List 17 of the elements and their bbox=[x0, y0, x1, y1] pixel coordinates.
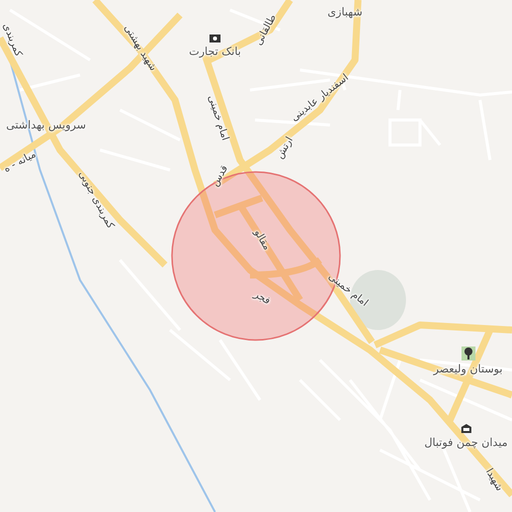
street-label: کمربندی جنوبی bbox=[76, 169, 116, 231]
stadium-icon bbox=[460, 423, 472, 434]
street-label: قدس bbox=[210, 164, 230, 188]
street-label: امام خمینی bbox=[206, 94, 230, 142]
tree-icon bbox=[461, 346, 475, 360]
street-label: امام خمینی bbox=[326, 271, 370, 309]
banknote-icon bbox=[209, 34, 221, 43]
street-label: ارتش bbox=[274, 135, 296, 161]
street-label: شهید بهشتی bbox=[122, 23, 158, 73]
park-area bbox=[350, 270, 406, 330]
street-label: میانه - ه bbox=[2, 148, 38, 176]
street-label: فجر bbox=[252, 289, 272, 307]
street-label: اسفندیار عابدینی bbox=[289, 72, 351, 124]
street-label: مقالو bbox=[252, 228, 272, 252]
street-label: شهیدا bbox=[483, 466, 505, 494]
street-label: کمربندی bbox=[0, 22, 24, 58]
street-label: طالقانی bbox=[253, 12, 279, 48]
